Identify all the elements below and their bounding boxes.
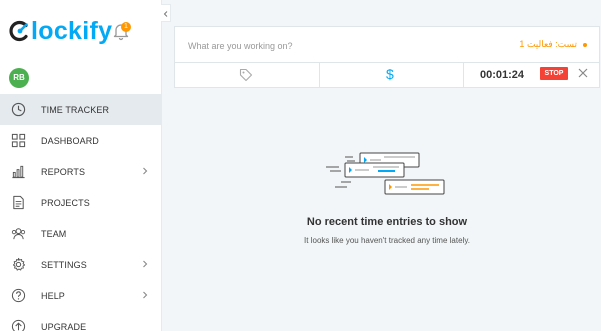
sidebar-item-label: TIME TRACKER	[41, 104, 110, 115]
project-color-dot	[583, 43, 587, 47]
sidebar-item-label: REPORTS	[41, 166, 86, 177]
billable-toggle[interactable]: $	[320, 63, 464, 87]
sidebar-item-upgrade[interactable]: UPGRADE	[0, 311, 161, 331]
empty-state-title: No recent time entries to show	[306, 216, 468, 228]
document-icon	[13, 195, 24, 210]
chevron-right-icon	[143, 260, 148, 268]
sidebar-item-label: DASHBOARD	[41, 135, 99, 146]
sidebar-item-settings[interactable]: SETTINGS	[0, 249, 161, 280]
clock-icon	[11, 102, 26, 117]
sidebar-item-label: HELP	[41, 290, 65, 301]
help-icon	[11, 288, 26, 303]
chevron-right-icon	[143, 167, 148, 175]
dashboard-icon	[11, 133, 26, 148]
upgrade-icon	[11, 319, 26, 331]
tag-icon	[239, 68, 253, 82]
gear-icon	[12, 257, 26, 271]
timer-description-bar: تست: فعالیت 1	[174, 26, 600, 63]
logo-text: lockify	[31, 17, 113, 45]
sidebar-item-team[interactable]: TEAM	[0, 218, 161, 249]
sidebar-item-dashboard[interactable]: DASHBOARD	[0, 125, 161, 156]
sidebar-item-label: UPGRADE	[41, 321, 87, 331]
sidebar-collapse-button[interactable]	[161, 4, 171, 22]
chevron-right-icon	[143, 291, 148, 299]
close-icon[interactable]	[577, 67, 589, 79]
sidebar: lockify 1 RB TIME TRACKER DASHBOARD REPO…	[0, 0, 162, 331]
sidebar-item-reports[interactable]: REPORTS	[0, 156, 161, 187]
clockify-logo-icon	[9, 20, 28, 42]
project-picker[interactable]: تست: فعالیت 1	[519, 39, 577, 50]
timer-controls-bar: $ 00:01:24 STOP	[174, 62, 600, 88]
sidebar-item-label: PROJECTS	[41, 197, 90, 208]
empty-state-illustration	[326, 152, 445, 195]
team-icon	[11, 228, 26, 240]
stop-button[interactable]: STOP	[540, 67, 568, 80]
dollar-icon: $	[386, 66, 394, 82]
sidebar-item-time-tracker[interactable]: TIME TRACKER	[0, 94, 161, 125]
app-window: lockify 1 RB TIME TRACKER DASHBOARD REPO…	[0, 0, 601, 331]
sidebar-nav: TIME TRACKER DASHBOARD REPORTS PROJECTS …	[0, 94, 161, 331]
sidebar-item-help[interactable]: HELP	[0, 280, 161, 311]
sidebar-item-label: TEAM	[41, 228, 67, 239]
timer-duration: 00:01:24	[480, 69, 525, 81]
sidebar-item-projects[interactable]: PROJECTS	[0, 187, 161, 218]
notification-badge: 1	[121, 22, 131, 32]
sidebar-item-label: SETTINGS	[41, 259, 87, 270]
description-input[interactable]	[188, 39, 468, 53]
chevron-left-icon	[163, 11, 168, 17]
empty-state-subtitle: It looks like you haven't tracked any ti…	[304, 236, 470, 245]
avatar[interactable]: RB	[9, 68, 29, 88]
tag-picker[interactable]	[175, 63, 320, 87]
clockify-logo[interactable]: lockify	[9, 18, 112, 44]
bar-chart-icon	[12, 165, 25, 179]
